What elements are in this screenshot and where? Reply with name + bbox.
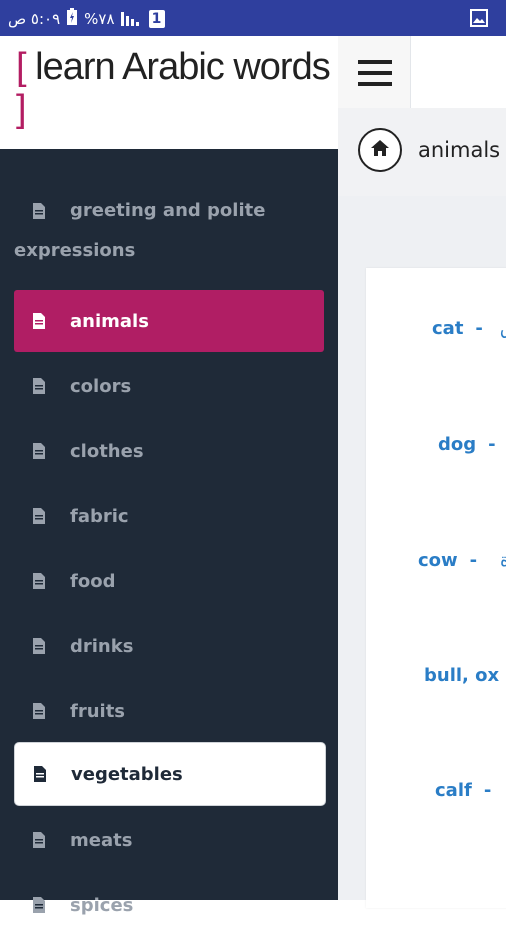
word-english: calf [435,780,472,801]
sidebar-item-food[interactable]: food [14,550,324,612]
breadcrumb-current: animals [418,138,501,162]
sidebar-item-drinks[interactable]: drinks [14,615,324,677]
word-english: cat [432,318,464,339]
document-icon [32,443,46,459]
sidebar-item-fruits[interactable]: fruits [14,680,324,742]
document-icon [32,313,46,329]
word-arabic: ة [500,550,506,571]
sidebar-item-colors[interactable]: colors [14,355,324,417]
document-icon [32,508,46,524]
status-left: ٥:٠٩ ص %٧٨ 1 [8,8,165,30]
sim-badge: 1 [148,10,165,28]
menu-button[interactable] [338,36,411,108]
word-separator: - [469,550,478,571]
top-bar [338,36,506,109]
sidebar-item-label: colors [70,375,132,397]
word-english: dog [438,434,477,455]
sidebar-item-label: fabric [70,505,129,527]
document-icon [32,638,46,654]
sidebar: [ learn Arabic words ] greeting and poli… [0,36,338,916]
word-row[interactable]: cow - ة [418,550,506,571]
word-row[interactable]: bull, ox [424,665,506,686]
document-icon [32,703,46,719]
document-icon [32,202,46,219]
sidebar-item-label: food [70,570,116,592]
sidebar-item-label: greeting and polite [70,200,266,221]
sidebar-item-label: vegetables [71,763,183,785]
word-separator: - [488,434,496,455]
word-row[interactable]: dog - [438,434,506,455]
sidebar-item-label: meats [70,829,133,851]
sidebar-item-vegetables[interactable]: vegetables [14,742,326,806]
status-bar: ٥:٠٩ ص %٧٨ 1 [0,0,506,36]
sidebar-item-greeting[interactable]: greeting and polite expressions [14,200,324,261]
status-time: ٥:٠٩ ص [8,10,61,28]
word-row[interactable]: calf - [435,780,506,801]
word-english: cow [418,550,458,571]
word-list-card: cat- ق dog- cow- ة bull, ox calf- [366,268,506,908]
sidebar-item-spices[interactable]: spices [14,874,324,936]
sidebar-item-label: animals [70,310,149,332]
sidebar-item-label: drinks [70,635,134,657]
battery-icon [66,8,78,30]
sidebar-item-label: expressions [14,240,136,261]
document-icon [32,573,46,589]
document-icon [32,378,46,394]
signal-icon [120,8,143,30]
battery-percent: %٧٨ [84,10,115,28]
brand-logo[interactable]: [ learn Arabic words ] [0,36,338,151]
document-icon [33,766,47,782]
word-row[interactable]: cat- ق [432,318,506,339]
word-arabic: ق [500,318,506,339]
breadcrumb: animals [338,108,506,197]
sidebar-item-clothes[interactable]: clothes [14,420,324,482]
home-icon [370,139,390,161]
sidebar-item-label: fruits [70,700,126,722]
sidebar-item-fabric[interactable]: fabric [14,485,324,547]
word-separator: - [475,318,483,339]
document-icon [32,832,46,848]
main-content: cat- ق dog- cow- ة bull, ox calf- [338,196,506,908]
brand-title: [ learn Arabic words ] [16,46,331,130]
gallery-icon [470,9,488,31]
hamburger-icon [358,58,392,92]
home-button[interactable] [358,128,402,172]
sidebar-item-animals[interactable]: animals [14,290,324,352]
document-icon [32,897,46,913]
word-separator: - [483,780,492,801]
word-english: bull, ox [424,665,500,686]
sidebar-item-label: clothes [70,440,144,462]
sidebar-item-label: spices [70,894,134,916]
sidebar-item-meats[interactable]: meats [14,809,324,871]
